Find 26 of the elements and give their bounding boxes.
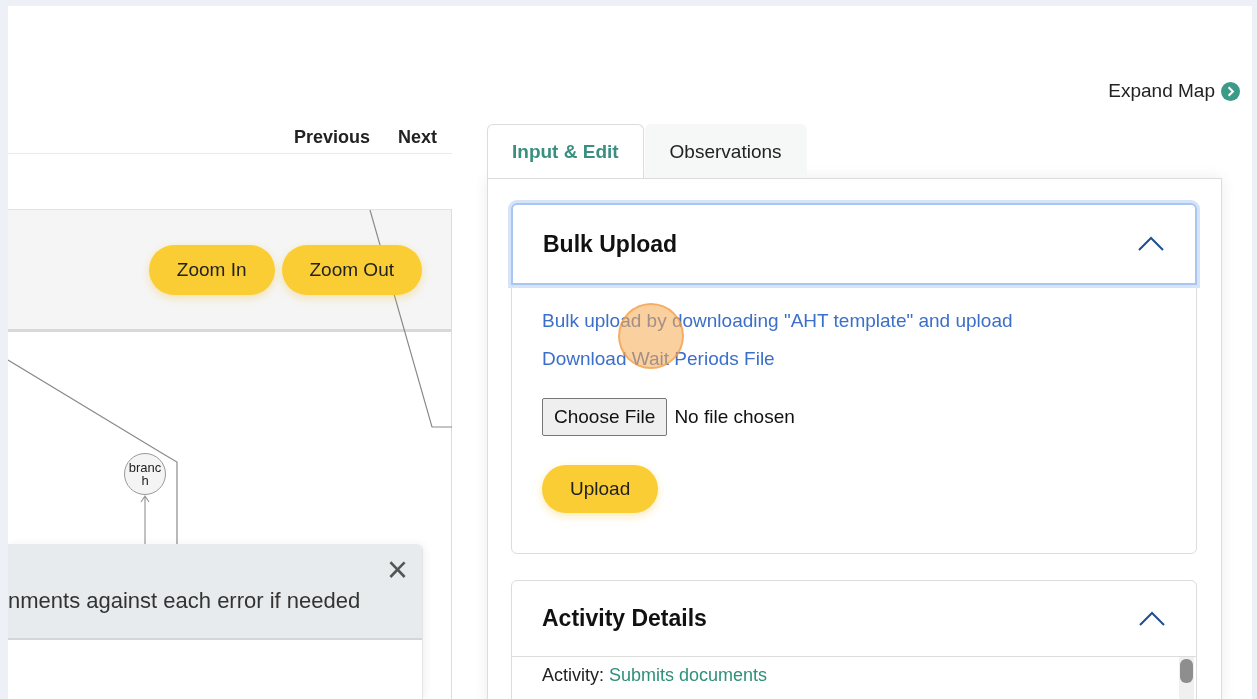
section-title: Activity Details bbox=[542, 605, 707, 632]
file-status: No file chosen bbox=[674, 406, 795, 428]
zoom-button[interactable]: Zoom In bbox=[148, 244, 275, 295]
zoom-button[interactable]: Zoom Out bbox=[281, 244, 422, 295]
branch-node: branch bbox=[124, 453, 166, 495]
accordion-header[interactable]: Activity Details bbox=[512, 581, 1196, 657]
field-value-link[interactable]: Submits documents bbox=[609, 665, 768, 686]
tab[interactable]: Input & Edit bbox=[487, 124, 644, 178]
arrow bbox=[140, 494, 150, 546]
field-label: Activity: bbox=[542, 665, 604, 686]
tab[interactable]: Observations bbox=[644, 124, 807, 178]
section-title: Bulk Upload bbox=[543, 230, 678, 258]
chevron-right-icon bbox=[1221, 81, 1240, 101]
nav-link[interactable]: Previous bbox=[293, 127, 370, 148]
notice-text: nments against each error if needed bbox=[8, 588, 362, 614]
upload-button[interactable]: Upload bbox=[542, 465, 659, 513]
download-link[interactable]: Download Wait Periods File bbox=[542, 340, 775, 378]
chevron-up-icon[interactable] bbox=[1137, 236, 1165, 252]
accordion-header[interactable]: Bulk Upload bbox=[511, 203, 1197, 285]
nav-link[interactable]: Next bbox=[398, 127, 437, 148]
choose-file-button[interactable]: Choose File bbox=[542, 398, 668, 436]
chevron-up-icon[interactable] bbox=[1138, 610, 1166, 627]
expand-map-link[interactable]: Expand Map bbox=[1108, 80, 1240, 102]
scrollbar-thumb[interactable] bbox=[1180, 659, 1193, 683]
close-button[interactable]: × bbox=[386, 556, 408, 584]
scrollbar[interactable] bbox=[1179, 657, 1194, 699]
